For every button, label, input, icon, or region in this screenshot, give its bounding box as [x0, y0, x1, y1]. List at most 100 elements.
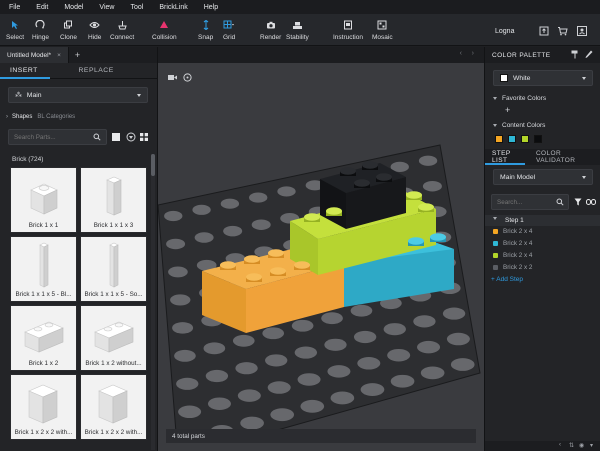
- mosaic-tool[interactable]: Mosaic: [372, 19, 393, 41]
- chevron-down-icon[interactable]: ▾: [590, 442, 593, 449]
- chevron-right-icon[interactable]: ›: [472, 50, 474, 57]
- content-color-swatch[interactable]: [495, 135, 503, 143]
- instruction-icon: [342, 19, 354, 31]
- menu-bricklink[interactable]: BrickLink: [159, 4, 187, 11]
- brick-stud: [294, 261, 310, 270]
- step-1-row[interactable]: Step 1: [485, 215, 600, 226]
- brick-stud: [340, 167, 356, 176]
- part-tile[interactable]: Brick 1 x 2 x 2 with...: [10, 374, 77, 440]
- shapes-icon: ⁂: [15, 92, 22, 99]
- content-color-swatch[interactable]: [508, 135, 516, 143]
- filter-funnel-icon[interactable]: [574, 198, 582, 208]
- menu-view[interactable]: View: [99, 4, 114, 11]
- cart-icon[interactable]: [556, 25, 568, 37]
- connect-tool[interactable]: Connect: [110, 19, 134, 41]
- collision-icon: [158, 19, 170, 31]
- part-tile[interactable]: Brick 1 x 1 x 5 - So...: [80, 236, 147, 302]
- close-tab-icon[interactable]: ×: [57, 52, 61, 59]
- user-name[interactable]: Logna: [495, 28, 514, 35]
- part-tile[interactable]: Brick 1 x 1 x 3: [80, 167, 147, 233]
- chevron-left-icon[interactable]: ‹: [460, 50, 462, 57]
- hinge-tool[interactable]: Hinge: [32, 19, 49, 41]
- menu-file[interactable]: File: [9, 4, 20, 11]
- step-item[interactable]: Brick 2 x 4: [493, 252, 532, 259]
- clone-tool[interactable]: Clone: [60, 19, 77, 41]
- part-tile[interactable]: Brick 1 x 2: [10, 305, 77, 371]
- scrollbar-thumb[interactable]: [151, 154, 155, 176]
- subtab-bl-categories[interactable]: BL Categories: [37, 114, 75, 120]
- filter-icon[interactable]: [126, 132, 136, 144]
- menu-tool[interactable]: Tool: [130, 4, 143, 11]
- part-tile[interactable]: Brick 1 x 1: [10, 167, 77, 233]
- part-tile[interactable]: Brick 1 x 1 x 5 - Bl...: [10, 236, 77, 302]
- baseplate-stud: [168, 266, 188, 278]
- brick-stud: [270, 267, 286, 276]
- mosaic-icon: [376, 19, 388, 31]
- upload-icon[interactable]: [538, 25, 550, 37]
- search-icon: [556, 198, 564, 208]
- part-tile[interactable]: Brick 1 x 2 x 2 with...: [80, 374, 147, 440]
- current-color-dropdown[interactable]: White: [493, 70, 593, 86]
- model-dropdown[interactable]: Main Model: [493, 169, 593, 185]
- baseplate-stud: [294, 346, 318, 359]
- tab-replace[interactable]: REPLACE: [79, 67, 158, 74]
- add-favorite-color-icon[interactable]: +: [505, 105, 510, 115]
- baseplate-stud: [220, 198, 240, 209]
- subtab-shapes[interactable]: Shapes: [12, 114, 32, 120]
- content-color-swatch[interactable]: [534, 135, 542, 143]
- tab-color-validator[interactable]: COLOR VALIDATOR: [532, 149, 600, 165]
- menu-help[interactable]: Help: [204, 4, 218, 11]
- library-dropdown[interactable]: ⁂ Main: [8, 87, 148, 103]
- arrow-left-icon[interactable]: ‹: [559, 442, 561, 448]
- hide-tool[interactable]: Hide: [88, 19, 101, 41]
- brick-stud: [362, 161, 378, 170]
- 3d-viewport[interactable]: ‹ › 4 total parts: [158, 47, 484, 451]
- select-tool[interactable]: Select: [6, 19, 24, 41]
- baseplate-stud: [223, 225, 243, 237]
- step-item[interactable]: Brick 2 x 4: [493, 228, 532, 235]
- paint-roller-icon[interactable]: [571, 50, 579, 61]
- camera-icon: [265, 19, 277, 31]
- step-search-input[interactable]: [497, 198, 552, 206]
- baseplate-stud: [353, 330, 377, 344]
- add-step-button[interactable]: + Add Step: [491, 276, 523, 283]
- content-color-swatch[interactable]: [521, 135, 529, 143]
- viewport-tab-bar: ‹ ›: [158, 47, 484, 63]
- snap-tool[interactable]: Snap: [198, 19, 213, 41]
- stability-tool[interactable]: Stability: [286, 19, 309, 41]
- swap-icon[interactable]: ⇅: [569, 442, 574, 449]
- part-tile[interactable]: Brick 1 x 2 without...: [80, 305, 147, 371]
- brick-stud: [268, 249, 284, 258]
- account-icon[interactable]: [576, 25, 588, 37]
- baseplate-stud: [422, 180, 442, 192]
- baseplate-stud: [240, 416, 264, 430]
- brick-stud: [430, 233, 446, 242]
- search-parts-input[interactable]: [14, 133, 74, 141]
- baseplate-stud: [450, 358, 475, 371]
- brick-stud: [304, 213, 320, 222]
- step-item[interactable]: Brick 2 x 2: [493, 264, 532, 271]
- visibility-icon[interactable]: ◉: [579, 442, 584, 449]
- document-tab[interactable]: Untitled Model* ×: [0, 47, 69, 63]
- step-search-box[interactable]: [491, 194, 569, 210]
- grid-tool[interactable]: Grid: [223, 19, 235, 41]
- add-tab-icon[interactable]: +: [75, 50, 80, 60]
- menu-edit[interactable]: Edit: [36, 4, 48, 11]
- render-tool[interactable]: Render: [260, 19, 281, 41]
- step-item[interactable]: Brick 2 x 4: [493, 240, 532, 247]
- content-colors-title[interactable]: Content Colors: [493, 122, 545, 129]
- instruction-tool[interactable]: Instruction: [333, 19, 363, 41]
- color-filter-icon[interactable]: [112, 133, 120, 141]
- baseplate-stud: [178, 405, 202, 419]
- clone-icon: [62, 19, 74, 31]
- chevron-down-icon: [582, 77, 586, 80]
- grid-view-icon[interactable]: [140, 133, 148, 143]
- tab-insert[interactable]: INSERT: [0, 67, 79, 74]
- collision-tool[interactable]: Collision: [152, 19, 177, 41]
- eyedropper-icon[interactable]: [585, 50, 593, 61]
- search-parts-box[interactable]: [8, 129, 107, 145]
- link-icon[interactable]: [586, 199, 596, 207]
- favorite-colors-title[interactable]: Favorite Colors: [493, 95, 546, 102]
- menu-model[interactable]: Model: [64, 4, 83, 11]
- parts-scrollbar[interactable]: [151, 154, 155, 450]
